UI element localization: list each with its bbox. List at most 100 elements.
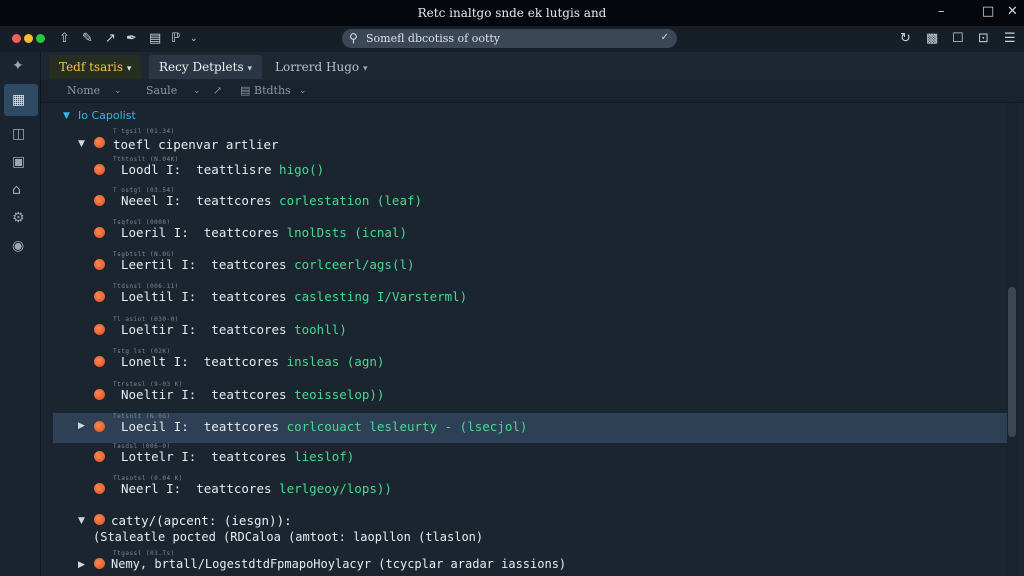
globe-icon[interactable]: ◉ xyxy=(12,238,24,254)
tab-label: Tedf tsaris xyxy=(59,60,123,74)
status-dot-icon xyxy=(94,483,105,494)
status-dot-icon xyxy=(94,451,105,462)
list-item[interactable]: Leertil I: teattcores corlceerl/ags(l) xyxy=(121,257,415,272)
row-function: higo() xyxy=(279,162,325,177)
database-icon[interactable]: ▦ xyxy=(12,92,25,108)
explorer-icon[interactable]: ✦ xyxy=(12,58,24,74)
vertical-scrollbar[interactable] xyxy=(1007,103,1017,576)
collapse-icon[interactable]: ▼ xyxy=(78,516,85,526)
row-prefix: Lottelr I: teattcores xyxy=(121,449,287,464)
group-meta: T tgsil (01.34) xyxy=(113,128,175,135)
home-icon[interactable]: ⌂ xyxy=(12,182,21,198)
chevron-down-icon: ▾ xyxy=(126,64,132,74)
pen-icon[interactable]: ✒ xyxy=(126,31,137,46)
scrollbar-thumb[interactable] xyxy=(1008,287,1016,437)
list-item[interactable]: Noeltir I: teattcores teoisselop)) xyxy=(121,387,384,402)
sort-icon[interactable]: ↗ xyxy=(213,84,222,97)
tab-details[interactable]: Recy Detplets ▾ xyxy=(149,55,262,79)
column-status[interactable]: Btdths xyxy=(254,84,291,97)
status-dot-icon xyxy=(94,324,105,335)
row-separator xyxy=(287,257,295,272)
tab-logged-hugo[interactable]: Lorrerd Hugo ▾ xyxy=(265,55,377,79)
chevron-down-icon[interactable]: ⌄ xyxy=(193,86,201,96)
collapse-icon[interactable]: ▼ xyxy=(78,139,85,149)
row-separator xyxy=(279,225,287,240)
status-dot-icon xyxy=(94,137,105,148)
row-separator xyxy=(272,193,280,208)
chevron-down-icon: ▾ xyxy=(247,64,252,74)
minimize-dot[interactable] xyxy=(24,34,33,43)
search-bar[interactable]: ⚲ Somefl dbcotiss of ootty ✓ xyxy=(342,29,677,48)
chevron-down-icon[interactable]: ⌄ xyxy=(114,86,122,96)
table-icon[interactable]: ◫ xyxy=(12,126,25,142)
list-item[interactable]: Neeel I: teattcores corlestation (leaf) xyxy=(121,193,422,208)
list-item[interactable]: Loeltir I: teattcores toohll) xyxy=(121,322,347,337)
search-options-icon[interactable]: ✓ xyxy=(661,32,669,43)
list-item[interactable]: Loeril I: teattcores lnolDsts (icnal) xyxy=(121,225,407,240)
group2-subtitle: (Staleatle pocted (RDCaloa (amtoot: laop… xyxy=(93,530,484,544)
expand-icon[interactable]: ▶ xyxy=(78,560,85,570)
columns-icon[interactable]: ▤ xyxy=(240,84,250,97)
row-prefix: Loodl I: teattlisre xyxy=(121,162,272,177)
minimize-icon[interactable]: – xyxy=(938,4,945,19)
row-function: corlestation (leaf) xyxy=(279,193,423,208)
list-item[interactable]: Loodl I: teattlisre higo() xyxy=(121,162,324,177)
activity-sidebar: ✦ ▦ ◫ ▣ ⌂ ⚙ ◉ xyxy=(0,52,41,576)
maximize-icon[interactable]: □ xyxy=(982,4,994,19)
row-function: teoisselop)) xyxy=(294,387,385,402)
list-item[interactable]: Loecil I: teattcores corlcouact lesleurt… xyxy=(121,419,527,434)
chevron-down-icon[interactable]: ⌄ xyxy=(299,86,307,96)
link-icon[interactable]: ↗ xyxy=(105,31,116,46)
wrench-icon[interactable]: ⚙ xyxy=(12,210,25,226)
close-dot[interactable] xyxy=(12,34,21,43)
close-icon[interactable]: ✕ xyxy=(1007,4,1018,19)
tab-test-tasks[interactable]: Tedf tsaris ▾ xyxy=(49,55,142,79)
row-prefix: Neeel I: teattcores xyxy=(121,193,272,208)
row-function: corlcouact lesleurty - (lsecjol) xyxy=(286,419,528,434)
status-dot-icon xyxy=(94,259,105,270)
image-icon[interactable]: ▣ xyxy=(12,154,25,170)
folder-icon[interactable]: ▩ xyxy=(926,31,938,46)
refresh-icon[interactable]: ↻ xyxy=(900,31,911,46)
clipboard-icon[interactable]: ☐ xyxy=(952,31,964,46)
zoom-dot[interactable] xyxy=(36,34,45,43)
status-dot-icon xyxy=(94,421,105,432)
upload-icon[interactable]: ⇧ xyxy=(59,31,70,46)
list-item[interactable]: Loeltil I: teattcores caslesting I/Varst… xyxy=(121,289,467,304)
share-icon[interactable]: ⊡ xyxy=(978,31,989,46)
group2-label: catty/(apcent: (iesgn)): xyxy=(111,513,292,528)
tab-label: Lorrerd Hugo xyxy=(275,60,360,74)
status-dot-icon xyxy=(94,164,105,175)
search-input[interactable]: Somefl dbcotiss of ootty xyxy=(366,32,500,45)
row-separator xyxy=(287,387,295,402)
list-item[interactable]: Neerl I: teattcores lerlgeoy/lops)) xyxy=(121,481,392,496)
status-dot-icon xyxy=(94,195,105,206)
tree-root-label: Io Capolist xyxy=(78,109,136,122)
list-item[interactable]: Lonelt I: teattcores insleas (agn) xyxy=(121,354,384,369)
group2-meta: Ttgassl (03.Ts) xyxy=(113,550,175,557)
row-prefix: Loeltir I: teattcores xyxy=(121,322,287,337)
status-dot-icon xyxy=(94,356,105,367)
row-prefix: Leertil I: teattcores xyxy=(121,257,287,272)
row-prefix: Neerl I: teattcores xyxy=(121,481,272,496)
title-bar: Retc inaltgo snde ek lutgis and – □ ✕ xyxy=(0,0,1024,26)
calendar-icon[interactable]: ▤ xyxy=(149,31,161,46)
window-title: Retc inaltgo snde ek lutgis and xyxy=(417,6,607,20)
expand-icon[interactable]: ▶ xyxy=(78,421,85,431)
row-prefix: Loeril I: teattcores xyxy=(121,225,280,240)
notes-icon[interactable]: ☰ xyxy=(1004,31,1016,46)
column-name[interactable]: Nome xyxy=(67,84,100,97)
chevron-down-icon[interactable]: ⌄ xyxy=(190,34,198,44)
row-function: lnolDsts (icnal) xyxy=(286,225,407,240)
row-prefix: Loeltil I: teattcores xyxy=(121,289,287,304)
list-item[interactable]: Lottelr I: teattcores lieslof) xyxy=(121,449,354,464)
row-function: caslesting I/Varsterml) xyxy=(294,289,468,304)
collapse-icon[interactable]: ▼ xyxy=(63,111,70,121)
edit-icon[interactable]: ✎ xyxy=(82,31,93,46)
status-dot-icon xyxy=(94,558,105,569)
row-separator xyxy=(272,481,280,496)
column-scale[interactable]: Saule xyxy=(146,84,177,97)
filter-icon[interactable]: ℙ xyxy=(171,31,180,46)
tab-bar: Tedf tsaris ▾ Recy Detplets ▾ Lorrerd Hu… xyxy=(41,52,1024,80)
status-dot-icon xyxy=(94,389,105,400)
